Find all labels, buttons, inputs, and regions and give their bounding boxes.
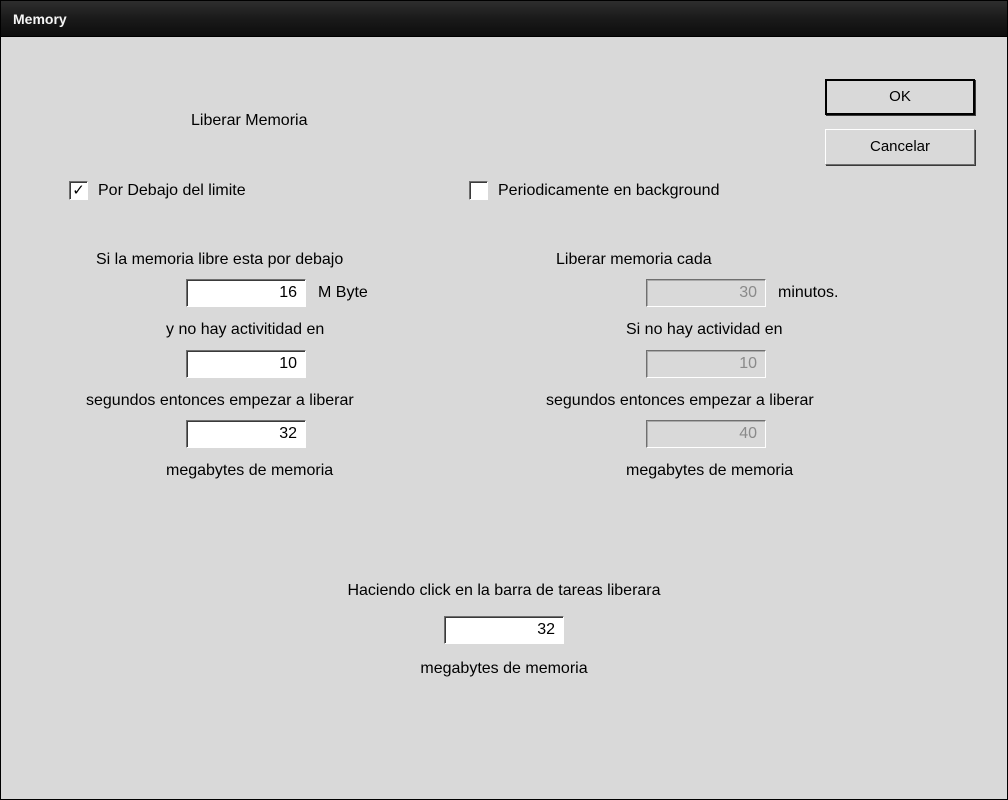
client-area: Liberar Memoria OK Cancelar ✓ Por Debajo… [1, 37, 1007, 799]
taskbar-free-mb-input[interactable]: 32 [444, 616, 564, 644]
periodic-option: Periodicamente en background [469, 181, 719, 200]
periodic-checkbox[interactable] [469, 181, 488, 200]
left-label-2: y no hay activitidad en [166, 319, 476, 341]
threshold-mb-input[interactable]: 16 [186, 279, 306, 307]
footer-label-2: megabytes de memoria [1, 660, 1007, 678]
free-mb-input[interactable]: 32 [186, 420, 306, 448]
section-heading: Liberar Memoria [191, 112, 307, 130]
periodic-label: Periodicamente en background [498, 182, 719, 200]
cancel-button[interactable]: Cancelar [825, 129, 975, 165]
footer-label-1: Haciendo click en la barra de tareas lib… [1, 582, 1007, 600]
periodic-settings: Liberar memoria cada 30 minutos. Si no h… [556, 237, 936, 491]
below-limit-label: Por Debajo del limite [98, 182, 246, 200]
below-limit-settings: Si la memoria libre esta por debajo 16 M… [96, 237, 476, 491]
left-label-1: Si la memoria libre esta por debajo [96, 249, 476, 271]
left-label-3: segundos entonces empezar a liberar [86, 390, 476, 412]
left-label-4: megabytes de memoria [166, 460, 476, 482]
periodic-free-mb-input: 40 [646, 420, 766, 448]
interval-minutes-input: 30 [646, 279, 766, 307]
right-label-2: Si no hay actividad en [626, 319, 936, 341]
memory-settings-window: Memory Liberar Memoria OK Cancelar ✓ Por… [0, 0, 1008, 800]
ok-button[interactable]: OK [825, 79, 975, 115]
idle-seconds-input[interactable]: 10 [186, 350, 306, 378]
taskbar-click-section: Haciendo click en la barra de tareas lib… [1, 582, 1007, 678]
below-limit-checkbox[interactable]: ✓ [69, 181, 88, 200]
right-label-3: segundos entonces empezar a liberar [546, 390, 936, 412]
right-label-1: Liberar memoria cada [556, 249, 936, 271]
periodic-idle-seconds-input: 10 [646, 350, 766, 378]
interval-minutes-unit: minutos. [778, 282, 838, 304]
title-bar[interactable]: Memory [1, 1, 1007, 37]
below-limit-option: ✓ Por Debajo del limite [69, 181, 246, 200]
right-label-4: megabytes de memoria [626, 460, 936, 482]
window-title: Memory [13, 11, 67, 27]
threshold-mb-unit: M Byte [318, 282, 368, 304]
